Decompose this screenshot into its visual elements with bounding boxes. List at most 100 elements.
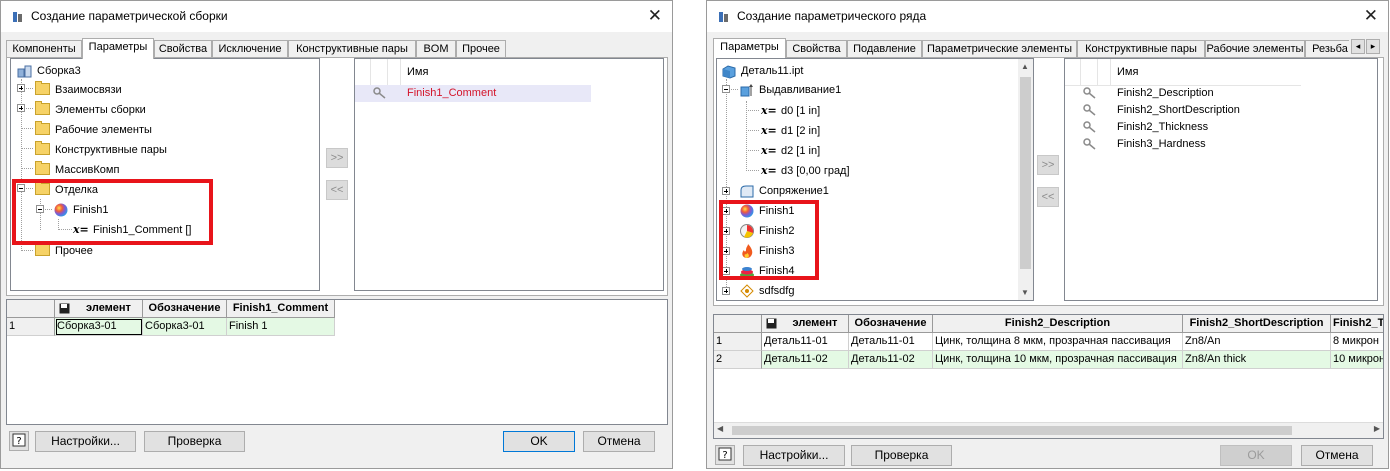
tab-properties[interactable]: Свойства <box>154 40 212 57</box>
table-cell[interactable]: Zn8/An <box>1183 333 1331 351</box>
row-number[interactable]: 1 <box>7 318 55 336</box>
table-header-designation[interactable]: Обозначение <box>849 315 933 333</box>
table-corner <box>714 315 762 333</box>
selected-parameters[interactable]: Имя Finish2_Description Finish2_ShortDes… <box>1064 58 1378 301</box>
add-button[interactable]: >> <box>326 148 348 168</box>
variants-table[interactable]: элемент Обозначение Finish1_Comment 1 Сб… <box>6 299 668 425</box>
tab-scroll-right[interactable]: ▸ <box>1366 39 1380 54</box>
svg-text:?: ? <box>16 436 21 447</box>
add-button[interactable]: >> <box>1037 155 1059 175</box>
save-icon <box>59 303 70 314</box>
table-cell[interactable]: Цинк, толщина 8 мкм, прозрачная пассивац… <box>933 333 1183 351</box>
selected-parameters[interactable]: Имя Finish1_Comment <box>354 58 664 291</box>
selected-item-row[interactable]: Finish1_Comment <box>355 85 591 102</box>
variants-table[interactable]: элемент Обозначение Finish2_Description … <box>713 314 1384 439</box>
row-number[interactable]: 2 <box>714 351 762 369</box>
tab-exclusion[interactable]: Исключение <box>212 40 288 57</box>
tab-constructive-pairs[interactable]: Конструктивные пары <box>1077 40 1205 57</box>
table-header-finish2-description[interactable]: Finish2_Description <box>933 315 1183 333</box>
name-column-header: Имя <box>407 66 429 78</box>
tab-suppression[interactable]: Подавление <box>847 40 922 57</box>
tab-components[interactable]: Компоненты <box>6 40 82 57</box>
key-icon <box>1083 104 1096 116</box>
tab-parametric-elements[interactable]: Параметрические элементы <box>922 40 1077 57</box>
scroll-thumb[interactable] <box>732 426 1292 435</box>
parameter-icon: x= <box>761 104 777 117</box>
table-header-finish2-shortdescription[interactable]: Finish2_ShortDescription <box>1183 315 1331 333</box>
save-icon <box>766 318 777 329</box>
cancel-button[interactable]: Отмена <box>1301 445 1373 466</box>
fillet-icon <box>740 185 754 198</box>
table-cell[interactable]: Finish 1 <box>227 318 335 336</box>
tab-bom[interactable]: BOM <box>416 40 456 57</box>
table-header-finish2-thickness[interactable]: Finish2_T <box>1331 315 1383 333</box>
table-cell[interactable]: Цинк, толщина 10 мкм, прозрачная пассива… <box>933 351 1183 369</box>
table-cell[interactable]: 10 микрон <box>1331 351 1383 369</box>
collapse-icon[interactable] <box>722 85 730 93</box>
tab-parameters[interactable]: Параметры <box>713 38 786 58</box>
scroll-right-icon[interactable]: ▶ <box>1374 424 1380 433</box>
selected-item-label: Finish1_Comment <box>407 87 497 99</box>
ok-button[interactable]: OK <box>503 431 575 452</box>
table-cell[interactable]: Деталь11-02 <box>849 351 933 369</box>
name-column-header: Имя <box>1117 66 1139 78</box>
selected-header-row: Имя <box>1065 59 1301 86</box>
title-bar: Создание параметрического ряда ✕ <box>707 1 1388 32</box>
table-cell[interactable]: Деталь11-02 <box>762 351 849 369</box>
assembly-icon <box>17 65 32 78</box>
folder-icon <box>35 81 50 95</box>
table-header-element[interactable]: элемент <box>762 315 849 333</box>
remove-button[interactable]: << <box>1037 187 1059 207</box>
tree-scrollbar[interactable]: ▲ ▼ <box>1018 59 1033 300</box>
tab-constructive-pairs[interactable]: Конструктивные пары <box>288 40 416 57</box>
app-icon <box>719 12 728 22</box>
parameter-tree[interactable]: Сборка3 Взаимосвязи Элементы сборки Рабо… <box>10 58 320 291</box>
table-header-element[interactable]: элемент <box>55 300 143 318</box>
cancel-button[interactable]: Отмена <box>583 431 655 452</box>
check-button[interactable]: Проверка <box>144 431 245 452</box>
expand-icon[interactable] <box>17 104 25 112</box>
parameter-icon: x= <box>761 144 777 157</box>
table-hscrollbar[interactable]: ◀ ▶ <box>714 422 1383 438</box>
settings-button[interactable]: Настройки... <box>35 431 136 452</box>
close-icon[interactable]: ✕ <box>648 7 662 24</box>
table-cell[interactable]: Деталь11-01 <box>849 333 933 351</box>
help-button[interactable]: ? <box>9 431 29 451</box>
param-series-dialog: Создание параметрического ряда ✕ Парамет… <box>706 0 1389 469</box>
table-cell[interactable]: 8 микрон <box>1331 333 1383 351</box>
key-icon <box>1083 87 1096 99</box>
expand-icon[interactable] <box>722 287 730 295</box>
help-icon: ? <box>12 433 26 447</box>
check-button[interactable]: Проверка <box>851 445 952 466</box>
expand-icon[interactable] <box>722 187 730 195</box>
tab-work-features[interactable]: Рабочие элементы <box>1205 40 1305 57</box>
table-cell[interactable]: Сборка3-01 <box>55 318 143 336</box>
scroll-left-icon[interactable]: ◀ <box>717 424 723 433</box>
table-header-finish1-comment[interactable]: Finish1_Comment <box>227 300 335 318</box>
close-icon[interactable]: ✕ <box>1364 7 1378 24</box>
help-button[interactable]: ? <box>715 445 735 465</box>
tab-properties[interactable]: Свойства <box>786 40 847 57</box>
ok-button[interactable]: OK <box>1220 445 1292 466</box>
scroll-thumb[interactable] <box>1020 77 1031 269</box>
tab-thread[interactable]: Резьба <box>1305 40 1349 57</box>
tab-scroll-left[interactable]: ◂ <box>1351 39 1365 54</box>
scroll-up-icon[interactable]: ▲ <box>1021 62 1029 71</box>
key-icon <box>1083 121 1096 133</box>
remove-button[interactable]: << <box>326 180 348 200</box>
window-title: Создание параметрического ряда <box>737 9 927 23</box>
table-header-designation[interactable]: Обозначение <box>143 300 227 318</box>
highlight-box <box>719 200 819 280</box>
key-icon <box>373 87 386 99</box>
row-number[interactable]: 1 <box>714 333 762 351</box>
tab-parameters[interactable]: Параметры <box>82 38 154 59</box>
table-cell[interactable]: Zn8/An thick <box>1183 351 1331 369</box>
tab-other[interactable]: Прочее <box>456 40 506 57</box>
extrusion-icon <box>740 84 753 97</box>
window-title: Создание параметрической сборки <box>31 9 228 23</box>
table-cell[interactable]: Сборка3-01 <box>143 318 227 336</box>
expand-icon[interactable] <box>17 84 25 92</box>
table-cell[interactable]: Деталь11-01 <box>762 333 849 351</box>
scroll-down-icon[interactable]: ▼ <box>1021 288 1029 297</box>
settings-button[interactable]: Настройки... <box>743 445 845 466</box>
